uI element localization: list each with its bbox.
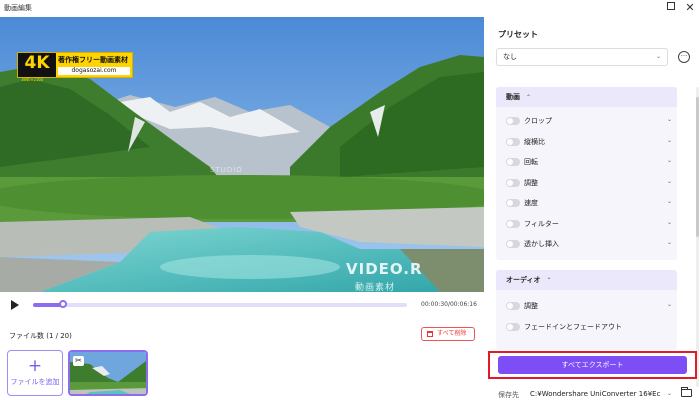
play-button[interactable] [10, 299, 20, 311]
close-button[interactable]: ✕ [683, 1, 697, 15]
watermark-studio: STUDIO [210, 166, 243, 174]
preset-value: なし [503, 53, 517, 61]
plus-icon: + [27, 356, 43, 376]
toggle-switch[interactable] [506, 158, 520, 166]
watermark-subtitle: 動画素材 [355, 283, 396, 292]
add-file-label: ファイルを追加 [10, 378, 60, 386]
setting-row-watermark[interactable]: 透かし挿入 ⌄ [496, 237, 677, 253]
toggle-switch[interactable] [506, 138, 520, 146]
setting-row-speed[interactable]: 速度 ⌄ [496, 196, 677, 212]
progress-bar[interactable] [33, 300, 407, 308]
chevron-down-icon: ⌄ [667, 137, 673, 144]
audio-section-header[interactable]: オーディオ ⌃ [496, 270, 677, 290]
setting-label: 調整 [524, 179, 538, 187]
badge-url: dogasozai.com [58, 67, 130, 75]
save-to-label: 保存先 [498, 391, 519, 399]
close-icon: ✕ [685, 1, 695, 14]
title-bar: 動画編集 ✕ [0, 0, 700, 17]
toggle-switch[interactable] [506, 220, 520, 228]
timecode: 00:00:30/00:06:16 [421, 301, 477, 308]
setting-row-crop[interactable]: クロップ ⌄ [496, 114, 677, 130]
chevron-down-icon: ⌄ [667, 198, 673, 205]
maximize-icon [667, 2, 675, 10]
toggle-switch[interactable] [506, 179, 520, 187]
window-title: 動画編集 [4, 4, 32, 12]
4k-badge: 4K 3840×2160 著作権フリー動画素材 dogasozai.com [17, 52, 133, 82]
folder-icon[interactable] [681, 387, 692, 397]
delete-all-label: すべて削除 [437, 330, 467, 337]
setting-label: 回転 [524, 158, 538, 166]
preset-label: プリセット [498, 30, 538, 39]
scrollbar-thumb[interactable] [696, 97, 699, 237]
delete-all-button[interactable]: すべて削除 [421, 327, 475, 341]
toggle-switch[interactable] [506, 240, 520, 248]
chevron-down-icon: ⌄ [667, 301, 673, 308]
setting-label: 縦横比 [524, 138, 545, 146]
settings-panel: プリセット なし ⌄ ··· 動画 ⌃ クロップ ⌄ 縦横比 ⌄ 回転 ⌄ 調整 ⌄ 速度… [484, 17, 700, 400]
video-preview[interactable]: 4K 3840×2160 著作権フリー動画素材 dogasozai.com STU… [0, 17, 484, 292]
setting-label: フィルター [524, 220, 559, 228]
audio-section: オーディオ ⌃ 調整 ⌄ フェードインとフェードアウト [496, 270, 677, 350]
export-highlight-box: すべてエクスポート [488, 351, 697, 379]
chevron-down-icon: ⌄ [667, 239, 673, 246]
badge-title: 著作権フリー動画素材 [58, 56, 128, 64]
file-thumbnail[interactable]: ✂ [68, 350, 148, 396]
setting-row-aspect-ratio[interactable]: 縦横比 ⌄ [496, 135, 677, 151]
panel-scrollbar[interactable] [696, 87, 699, 387]
more-icon: ··· [680, 52, 688, 60]
progress-handle[interactable] [58, 300, 67, 308]
chevron-up-icon: ⌃ [526, 94, 532, 101]
setting-row-rotate[interactable]: 回転 ⌄ [496, 155, 677, 171]
trash-icon [427, 331, 433, 337]
chevron-up-icon: ⌃ [546, 277, 552, 284]
toggle-switch[interactable] [506, 117, 520, 125]
file-count: ファイル数 (1 / 20) [9, 332, 72, 340]
setting-row-adjust[interactable]: 調整 ⌄ [496, 176, 677, 192]
export-all-button[interactable]: すべてエクスポート [498, 356, 687, 374]
video-section: 動画 ⌃ クロップ ⌄ 縦横比 ⌄ 回転 ⌄ 調整 ⌄ 速度 ⌄ フィルター ⌄ 透かし挿入 ⌄ [496, 87, 677, 260]
video-section-title: 動画 [506, 93, 520, 101]
setting-label: クロップ [524, 117, 552, 125]
setting-row-filter[interactable]: フィルター ⌄ [496, 217, 677, 233]
preset-dropdown[interactable]: なし ⌄ [496, 48, 668, 66]
save-path-dropdown[interactable]: C:¥Wondershare UniConverter 16¥Ec ⌄ [530, 388, 672, 400]
toggle-switch[interactable] [506, 199, 520, 207]
chevron-down-icon: ⌄ [667, 219, 673, 226]
setting-row-fade[interactable]: フェードインとフェードアウト [496, 320, 677, 336]
scissors-icon[interactable]: ✂ [73, 356, 84, 366]
save-path-value: C:¥Wondershare UniConverter 16¥Ec [530, 390, 661, 398]
chevron-down-icon: ⌄ [667, 178, 673, 185]
setting-label: 調整 [524, 302, 538, 310]
toggle-switch[interactable] [506, 323, 520, 331]
setting-label: フェードインとフェードアウト [524, 323, 622, 331]
more-options-button[interactable]: ··· [678, 51, 690, 63]
toggle-switch[interactable] [506, 302, 520, 310]
chevron-down-icon: ⌄ [655, 53, 661, 60]
setting-label: 透かし挿入 [524, 240, 559, 248]
chevron-down-icon: ⌄ [663, 388, 672, 400]
add-file-button[interactable]: + ファイルを追加 [7, 350, 63, 396]
watermark-logo: VIDEO.R [346, 260, 423, 278]
maximize-button[interactable] [664, 1, 678, 15]
setting-row-audio-adjust[interactable]: 調整 ⌄ [496, 299, 677, 315]
audio-section-title: オーディオ [506, 276, 541, 284]
badge-resolution: 3840×2160 [21, 77, 43, 82]
video-section-header[interactable]: 動画 ⌃ [496, 87, 677, 107]
setting-label: 速度 [524, 199, 538, 207]
chevron-down-icon: ⌄ [667, 157, 673, 164]
chevron-down-icon: ⌄ [667, 116, 673, 123]
